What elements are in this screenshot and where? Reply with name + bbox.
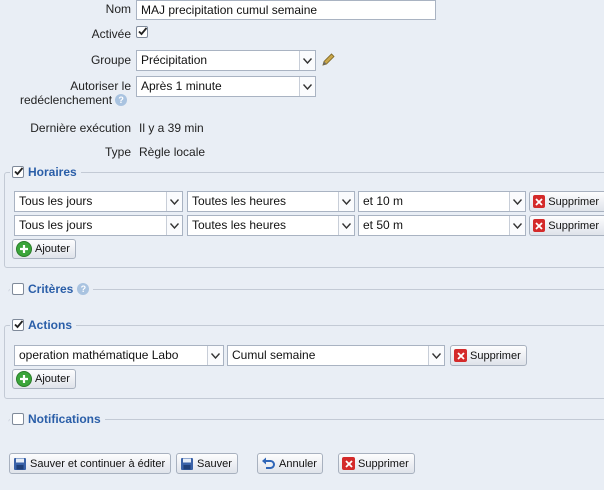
last-run-value: Il y a 39 min [139, 121, 204, 135]
chevron-down-icon [338, 216, 354, 235]
schedule-minutes-value: et 10 m [363, 194, 404, 208]
save-label: Sauver [197, 457, 232, 470]
close-icon [533, 219, 546, 232]
group-select-value: Précipitation [141, 53, 208, 67]
pencil-icon[interactable] [320, 52, 336, 68]
criteria-checkbox[interactable] [12, 283, 24, 295]
last-run-label: Dernière exécution [30, 121, 131, 135]
schedule-delete-button[interactable]: Supprimer [529, 215, 604, 236]
save-continue-label: Sauver et continuer à éditer [30, 457, 166, 470]
chevron-down-icon [428, 346, 444, 365]
schedule-days-value: Tous les jours [19, 218, 93, 232]
schedules-checkbox[interactable] [12, 166, 24, 178]
chevron-down-icon [166, 192, 182, 211]
action-device-select[interactable]: operation mathématique Labo [14, 345, 224, 366]
check-icon [14, 167, 24, 176]
action-device-value: operation mathématique Labo [19, 348, 179, 362]
actions-legend-text: Actions [28, 318, 73, 332]
notifications-checkbox[interactable] [12, 413, 24, 425]
schedule-add-button[interactable]: Ajouter [12, 239, 76, 259]
chevron-down-icon [207, 346, 223, 365]
cancel-label: Annuler [279, 457, 317, 470]
plus-icon [16, 241, 32, 257]
help-icon[interactable]: ? [77, 283, 90, 295]
schedule-days-value: Tous les jours [19, 194, 93, 208]
retrigger-label-line2: redéclenchement [20, 93, 113, 107]
retrigger-label-line1: Autoriser le [70, 79, 131, 93]
type-value: Règle locale [139, 145, 206, 159]
schedule-hours-value: Toutes les heures [192, 194, 287, 208]
chevron-down-icon [299, 51, 315, 70]
check-icon [138, 27, 148, 36]
schedule-minutes-value: et 50 m [363, 218, 404, 232]
notifications-legend-text: Notifications [28, 412, 101, 426]
group-select[interactable]: Précipitation [136, 50, 316, 71]
chevron-down-icon [299, 77, 315, 96]
schedule-add-label: Ajouter [35, 243, 70, 255]
action-type-select[interactable]: Cumul semaine [227, 345, 445, 366]
delete-button[interactable]: Supprimer [338, 453, 415, 474]
name-label: Nom [105, 2, 131, 16]
undo-icon [262, 457, 275, 469]
chevron-down-icon [338, 192, 354, 211]
actions-checkbox[interactable] [12, 319, 24, 331]
schedule-hours-select[interactable]: Toutes les heures [187, 191, 355, 212]
criteria-fieldset [8, 289, 604, 305]
floppy-icon [14, 457, 26, 470]
schedule-minutes-select[interactable]: et 10 m [358, 191, 526, 212]
floppy-icon [181, 457, 193, 470]
schedule-hours-select[interactable]: Toutes les heures [187, 215, 355, 236]
criteria-legend-text: Critères [28, 282, 74, 296]
action-delete-label: Supprimer [470, 349, 521, 362]
cancel-button[interactable]: Annuler [257, 453, 323, 474]
schedule-minutes-select[interactable]: et 50 m [358, 215, 526, 236]
schedule-delete-label: Supprimer [548, 219, 599, 232]
chevron-down-icon [509, 216, 525, 235]
action-add-label: Ajouter [35, 373, 70, 385]
action-delete-button[interactable]: Supprimer [450, 345, 527, 366]
close-icon [533, 195, 546, 208]
chevron-down-icon [509, 192, 525, 211]
help-icon[interactable]: ? [115, 94, 128, 106]
schedules-legend-text: Horaires [28, 165, 77, 179]
close-icon [342, 457, 355, 470]
plus-icon [16, 371, 32, 387]
retrigger-select[interactable]: Après 1 minute [136, 76, 316, 97]
check-icon [14, 320, 24, 329]
action-type-value: Cumul semaine [232, 348, 316, 362]
retrigger-select-value: Après 1 minute [141, 79, 222, 93]
schedule-delete-label: Supprimer [548, 195, 599, 208]
schedules-legend: Horaires [10, 164, 81, 180]
chevron-down-icon [166, 216, 182, 235]
enabled-checkbox[interactable] [136, 26, 148, 38]
group-label: Groupe [90, 53, 131, 67]
criteria-legend: Critères ? [10, 281, 94, 297]
action-add-button[interactable]: Ajouter [12, 369, 76, 389]
retrigger-label-line2-wrap: redéclenchement ? [20, 93, 128, 107]
schedule-days-select[interactable]: Tous les jours [14, 191, 183, 212]
enabled-label: Activée [91, 27, 131, 41]
schedule-hours-value: Toutes les heures [192, 218, 287, 232]
actions-legend: Actions [10, 317, 77, 333]
schedule-delete-button[interactable]: Supprimer [529, 191, 604, 212]
close-icon [454, 349, 467, 362]
notifications-legend: Notifications [10, 411, 105, 427]
delete-label: Supprimer [358, 457, 409, 470]
schedule-days-select[interactable]: Tous les jours [14, 215, 183, 236]
save-button[interactable]: Sauver [176, 453, 238, 474]
type-label: Type [104, 145, 131, 159]
save-continue-button[interactable]: Sauver et continuer à éditer [9, 453, 172, 474]
name-input[interactable]: MAJ precipitation cumul semaine [136, 0, 436, 20]
